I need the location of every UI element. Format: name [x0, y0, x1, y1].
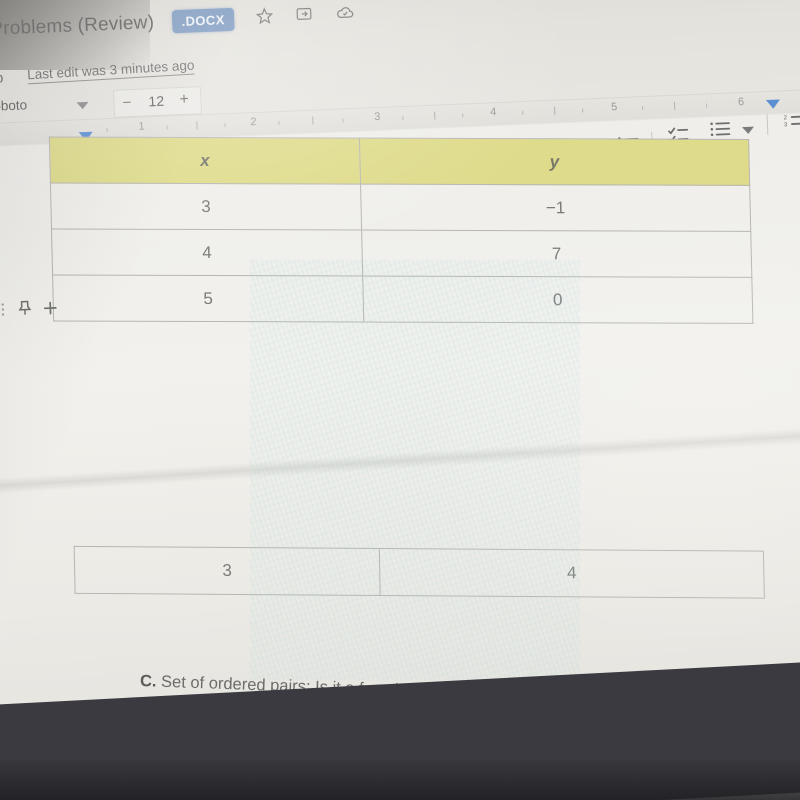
ruler-mark-6: 6 [737, 95, 745, 109]
ordered-pairs-table[interactable]: 3 4 [74, 546, 765, 599]
xy-table[interactable]: x y 3 −1 4 7 5 0 [49, 136, 754, 324]
add-row-icon[interactable] [43, 301, 59, 319]
ruler-mark-1: 1 [138, 120, 145, 133]
increase-font-size-button[interactable]: + [179, 91, 189, 109]
page-title[interactable]: Problems (Review) [0, 12, 155, 41]
cell-b-1[interactable]: 3 [74, 546, 381, 596]
bullet-dropdown-icon[interactable] [741, 122, 756, 141]
photographed-chromebook-screen: Problems (Review) .DOCX Help Last edit w… [0, 0, 800, 800]
move-to-folder-icon[interactable] [295, 5, 314, 29]
ruler-mark-2: 2 [250, 115, 257, 129]
cell-x-2[interactable]: 4 [51, 228, 363, 277]
cell-x-1[interactable]: 3 [50, 182, 362, 231]
cell-y-3[interactable]: 0 [362, 276, 753, 324]
svg-text:2: 2 [784, 115, 788, 121]
table-row-handles[interactable] [0, 298, 59, 321]
ruler-mark-3: 3 [374, 110, 381, 124]
header-cell-x[interactable]: x [49, 136, 361, 185]
font-dropdown-icon[interactable] [75, 97, 90, 116]
font-size-stepper[interactable]: − 12 + [112, 86, 203, 118]
right-indent-marker[interactable] [765, 99, 781, 110]
svg-text:3: 3 [784, 122, 788, 128]
question-prefix: C. [139, 672, 157, 691]
ruler-mark-5: 5 [610, 101, 618, 114]
table-row[interactable]: 4 7 [51, 228, 752, 278]
pin-icon[interactable] [17, 300, 35, 320]
table-row[interactable]: 5 0 [52, 274, 753, 324]
star-icon[interactable] [255, 6, 275, 31]
cell-b-2[interactable]: 4 [379, 548, 765, 599]
font-family-label: Roboto [0, 97, 28, 115]
table-row[interactable]: 3 4 [74, 546, 765, 599]
cell-y-2[interactable]: 7 [361, 230, 752, 278]
drag-dots-icon[interactable] [0, 303, 10, 321]
cloud-saved-icon[interactable] [334, 2, 355, 28]
cell-y-1[interactable]: −1 [360, 184, 751, 232]
table-row[interactable]: 3 −1 [50, 182, 751, 232]
ruler-mark-4: 4 [489, 106, 497, 119]
header-cell-y[interactable]: y [359, 138, 750, 186]
shelf: Sign out [0, 690, 800, 800]
screen-surface: Problems (Review) .DOCX Help Last edit w… [0, 0, 800, 738]
table-row-header[interactable]: x y [49, 136, 750, 186]
format-badge: .DOCX [172, 7, 235, 34]
cell-x-3[interactable]: 5 [52, 274, 364, 323]
decrease-font-size-button[interactable]: − [122, 94, 131, 111]
font-size-value[interactable]: 12 [148, 93, 164, 110]
